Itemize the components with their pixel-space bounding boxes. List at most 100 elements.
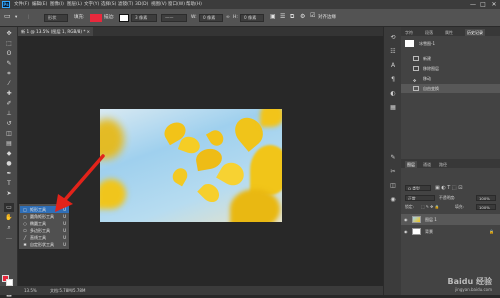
tool-preset-icon[interactable]: ▭ (4, 13, 11, 20)
character-panel-icon[interactable]: A (388, 61, 398, 71)
history-item-free-transform[interactable]: 自由变换 (401, 84, 500, 93)
tab-paragraph[interactable]: 段落 (425, 29, 433, 36)
link-icon[interactable]: ∞ (226, 15, 230, 21)
document-tab-bar: 新 1 @ 13.5% (图层 1, RGB/8) * × (18, 27, 383, 36)
menu-help[interactable]: 帮助(H) (186, 1, 202, 8)
properties-panel-icon[interactable]: ☷ (388, 47, 398, 57)
history-item-move[interactable]: ✥ 移动 (401, 74, 500, 83)
eraser-tool-icon[interactable]: ◫ (4, 129, 14, 138)
paragraph-panel-icon[interactable]: ¶ (388, 75, 398, 85)
stroke-label: 描边: (104, 15, 115, 20)
layer-kind-filter[interactable]: Q 类型 (405, 185, 431, 191)
healing-brush-icon[interactable]: ✚ (4, 89, 14, 98)
move-tool-icon[interactable]: ✥ (4, 29, 14, 38)
menu-3d[interactable]: 3D(D) (135, 1, 148, 8)
tab-paths[interactable]: 路径 (439, 161, 447, 168)
swatches-panel-icon[interactable]: ▦ (388, 103, 398, 113)
fill-color-swatch[interactable] (90, 14, 102, 22)
paths-panel-icon[interactable]: ◉ (388, 195, 398, 205)
visibility-eye-icon[interactable]: ◉ (404, 226, 408, 237)
minimize-button[interactable]: — (468, 0, 478, 9)
menu-edit[interactable]: 编辑(E) (32, 1, 47, 8)
path-alignment-icon[interactable]: ☰ (280, 14, 285, 20)
menu-layer[interactable]: 图层(L) (67, 1, 82, 8)
clone-stamp-icon[interactable]: ⊥ (4, 109, 14, 118)
menu-image[interactable]: 图像(I) (50, 1, 64, 8)
more-tools-icon[interactable]: … (4, 233, 14, 242)
adjustments-panel-icon[interactable]: ◐ (388, 89, 398, 99)
eyedropper-tool-icon[interactable]: ⁄ (4, 79, 14, 88)
blend-mode-select[interactable]: 正常 (405, 195, 435, 201)
rectangle-tool-icon[interactable]: ▭ (4, 203, 14, 212)
type-tool-icon[interactable]: T (4, 179, 14, 188)
layers-comp-icon[interactable]: ◫ (388, 181, 398, 191)
tab-channels[interactable]: 通道 (423, 161, 431, 168)
lock-icons[interactable]: ⬚ ✎ ✥ 🔒 (421, 204, 439, 210)
width-field[interactable]: 0 像素 (199, 14, 223, 22)
flyout-item-line-tool[interactable]: ╱ 直线工具 U (20, 234, 69, 241)
menu-file[interactable]: 文件(F) (14, 1, 29, 8)
right-panels: 字符 段落 属性 历史记录 冰雪图-1 新建 移除图层 ✥ 移动 自由变换 图层… (401, 27, 500, 295)
tool-presets-icon[interactable]: ✂ (388, 167, 398, 177)
align-edges-checkbox[interactable]: ☑ (310, 13, 315, 19)
lock-label: 锁定: (405, 204, 414, 209)
opacity-label: 不透明度: (439, 195, 456, 200)
menu-window[interactable]: 窗口(W) (168, 1, 185, 8)
stroke-width-field[interactable]: 3 像素 (131, 14, 157, 22)
menu-filter[interactable]: 滤镜(T) (118, 1, 133, 8)
pen-tool-icon[interactable]: ✒ (4, 169, 14, 178)
close-tab-icon[interactable]: × (86, 27, 90, 36)
visibility-eye-icon[interactable]: ◉ (404, 214, 408, 225)
zoom-tool-icon[interactable]: ⌕ (4, 223, 14, 232)
gradient-tool-icon[interactable]: ▤ (4, 139, 14, 148)
menu-type[interactable]: 文字(Y) (84, 1, 99, 8)
marquee-tool-icon[interactable]: ⬚ (4, 39, 14, 48)
dodge-tool-icon[interactable]: ● (4, 159, 14, 168)
path-arrangement-icon[interactable]: ⧉ (290, 14, 294, 20)
history-snapshot[interactable]: 冰雪图-1 (401, 38, 500, 50)
lasso-tool-icon[interactable]: ʘ (4, 49, 14, 58)
opacity-field[interactable]: 100% (476, 195, 496, 201)
layer-filter-icons[interactable]: ▣ ◐ T ⬚ ⊡ (435, 185, 462, 191)
brush-panel-icon[interactable]: ✎ (388, 153, 398, 163)
collapsed-panels-strip: ⟲ ☷ A ¶ ◐ ▦ ✎ ✂ ◫ ◉ (383, 27, 401, 295)
zoom-level[interactable]: 13.5% (24, 287, 37, 294)
blur-tool-icon[interactable]: ◆ (4, 149, 14, 158)
flyout-item-polygon-tool[interactable]: ⬠ 多边形工具 U (20, 227, 69, 234)
ginkgo-photo-canvas[interactable] (100, 109, 282, 222)
history-item-remove-layer[interactable]: 移除图层 (401, 64, 500, 73)
flyout-item-custom-shape-tool[interactable]: ✱ 自定形状工具 U (20, 241, 69, 248)
maximize-button[interactable]: □ (478, 0, 488, 9)
height-field[interactable]: 0 像素 (240, 14, 264, 22)
close-window-button[interactable]: ✕ (489, 0, 499, 9)
tab-layers[interactable]: 图层 (405, 161, 417, 168)
crop-tool-icon[interactable]: ⌗ (4, 69, 14, 78)
quick-select-tool-icon[interactable]: ✎ (4, 59, 14, 68)
path-operations-icon[interactable]: ▣ (270, 14, 276, 20)
background-color-swatch[interactable] (6, 279, 13, 286)
hand-tool-icon[interactable]: ✋ (4, 213, 14, 222)
stroke-color-swatch[interactable] (119, 14, 129, 22)
brush-tool-icon[interactable]: ✐ (4, 99, 14, 108)
tool-preset-chevron-icon[interactable]: ▾ (15, 15, 17, 21)
history-brush-icon[interactable]: ↺ (4, 119, 14, 128)
mode-select[interactable]: 形状 (44, 14, 68, 22)
history-item-new[interactable]: 新建 (401, 54, 500, 63)
menu-view[interactable]: 视图(V) (151, 1, 167, 8)
fill-field[interactable]: 100% (476, 204, 496, 210)
layer-row-layer-1[interactable]: ◉ 图层 1 (401, 214, 500, 225)
stroke-type-select[interactable]: —— (161, 14, 187, 22)
tab-history[interactable]: 历史记录 (465, 29, 485, 36)
settings-gear-icon[interactable]: ⚙ (300, 14, 305, 20)
layers-panel-tabs: 图层 通道 路径 (401, 159, 500, 168)
document-tab[interactable]: 新 1 @ 13.5% (图层 1, RGB/8) * × (18, 27, 93, 36)
history-panel-icon[interactable]: ⟲ (388, 33, 398, 43)
layer-row-background[interactable]: ◉ 背景 🔒 (401, 226, 500, 237)
tab-properties[interactable]: 属性 (445, 29, 453, 36)
custom-shape-icon: ✱ (23, 242, 27, 247)
menu-select[interactable]: 选择(S) (101, 1, 116, 8)
line-icon: ╱ (23, 235, 27, 240)
path-select-icon[interactable]: ➤ (4, 189, 14, 198)
tab-character[interactable]: 字符 (405, 29, 413, 36)
flyout-item-ellipse-tool[interactable]: ○ 椭圆工具 U (20, 220, 69, 227)
